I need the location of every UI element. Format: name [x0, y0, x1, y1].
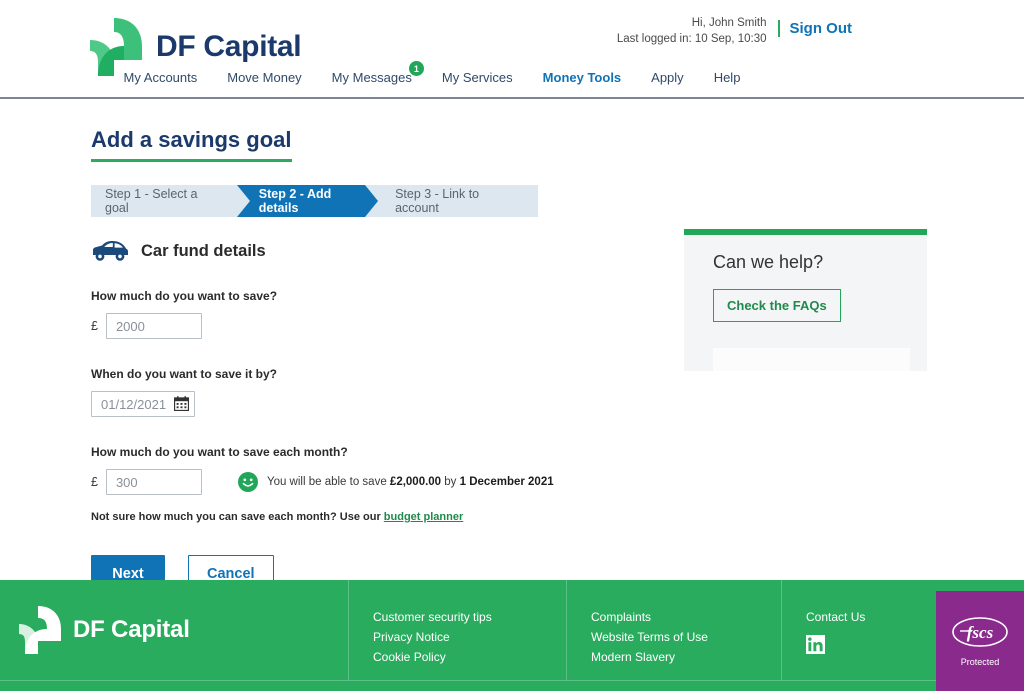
step-indicator: Step 1 - Select a goal Step 2 - Add detai… [91, 185, 538, 217]
nav-item-move-money[interactable]: Move Money [227, 70, 301, 85]
car-icon [93, 241, 128, 261]
svg-text:fscs: fscs [967, 623, 994, 642]
fund-title: Car fund details [141, 241, 266, 260]
footer-leaf-logo-icon [19, 606, 61, 654]
footer-links-column-1: Customer security tips Privacy Notice Cook… [348, 580, 566, 680]
help-panel-inner-box [713, 348, 910, 371]
savings-feedback: You will be able to save £2,000.00 by 1 … [237, 472, 554, 492]
monthly-currency-symbol: £ [91, 475, 98, 489]
footer-contact-column: Contact Us [781, 580, 931, 680]
help-title: Can we help? [713, 252, 824, 272]
nav-item-my-accounts[interactable]: My Accounts [124, 70, 198, 85]
site-header: DF Capital Hi, John Smith Last logged in… [0, 0, 1024, 99]
footer-brand-name: DF Capital [73, 616, 190, 643]
footer-link[interactable]: Cookie Policy [373, 647, 566, 667]
nav-item-money-tools[interactable]: Money Tools [543, 70, 621, 85]
nav-item-label: My Services [441, 70, 513, 85]
monthly-row: £ You will be able to save £2,000.00 by … [91, 469, 651, 495]
monthly-input[interactable] [105, 469, 202, 495]
contact-us-link[interactable]: Contact Us [806, 607, 931, 627]
brand-logo[interactable]: DF Capital [88, 16, 302, 78]
leaf-logo-icon [90, 18, 142, 76]
fscs-protected-label: Protected [960, 657, 1000, 667]
date-input-wrap [91, 391, 195, 417]
user-text-lines: Hi, John Smith Last logged in: 10 Sep, 1… [617, 16, 778, 47]
feedback-amount: £2,000.00 [389, 476, 442, 488]
fscs-logo-icon: fscs [952, 617, 1008, 647]
budget-hint-text: Not sure how much you can save each mont… [91, 511, 384, 523]
nav-item-label: Help [713, 70, 741, 85]
sign-out-link[interactable]: Sign Out [777, 20, 852, 37]
step-3-upcoming[interactable]: Step 3 - Link to account [365, 185, 538, 217]
footer-link[interactable]: Customer security tips [373, 607, 566, 627]
step-label: Step 1 - Select a goal [105, 187, 198, 215]
amount-row: £ [91, 313, 651, 339]
last-login: Last logged in: 10 Sep, 10:30 [616, 32, 767, 45]
step-label: Step 3 - Link to account [395, 187, 480, 215]
feedback-prefix: You will be able to save [266, 476, 390, 488]
budget-hint: Not sure how much you can save each mont… [91, 511, 651, 523]
footer-divider [0, 680, 1024, 681]
feedback-date: 1 December 2021 [459, 476, 554, 488]
savings-goal-form: Add a savings goal Step 1 - Select a goa… [91, 127, 651, 592]
user-info: Hi, John Smith Last logged in: 10 Sep, 1… [617, 16, 852, 47]
nav-item-help[interactable]: Help [714, 70, 741, 85]
check-faqs-button[interactable]: Check the FAQs [713, 289, 841, 322]
footer-brand[interactable]: DF Capital [0, 580, 348, 680]
footer-link[interactable]: Complaints [591, 607, 781, 627]
site-footer: DF Capital Customer security tips Privacy… [0, 580, 1024, 691]
page-title: Add a savings goal [91, 127, 292, 162]
fscs-badge: fscs Protected [936, 591, 1024, 691]
help-panel: Can we help? Check the FAQs [684, 229, 927, 371]
nav-item-my-messages[interactable]: My Messages 1 [331, 61, 424, 85]
linkedin-icon[interactable] [806, 635, 825, 654]
footer-link[interactable]: Modern Slavery [591, 647, 781, 667]
amount-currency-symbol: £ [91, 319, 98, 333]
budget-planner-link[interactable]: budget planner [384, 511, 463, 523]
nav-item-label: My Messages [331, 70, 412, 85]
nav-item-apply[interactable]: Apply [651, 70, 684, 85]
nav-item-label: Apply [651, 70, 684, 85]
nav-item-label: My Accounts [123, 70, 198, 85]
nav-item-label: Money Tools [542, 70, 622, 85]
amount-label: How much do you want to save? [91, 289, 278, 303]
user-greeting: Hi, John Smith [691, 17, 767, 29]
main-navigation: My Accounts Move Money My Messages 1 My Serv… [0, 61, 1024, 85]
nav-item-my-services[interactable]: My Services [442, 70, 513, 85]
footer-columns: DF Capital Customer security tips Privacy… [0, 580, 1024, 680]
feedback-middle: by [441, 476, 460, 488]
date-row [91, 391, 651, 417]
fund-heading: Car fund details [91, 239, 651, 263]
monthly-label: How much do you want to save each month? [91, 445, 348, 459]
main-content: Add a savings goal Step 1 - Select a goa… [0, 99, 1024, 592]
message-count-badge: 1 [408, 61, 424, 76]
step-2-active[interactable]: Step 2 - Add details [236, 185, 379, 217]
step-label: Step 2 - Add details [258, 187, 332, 215]
savings-feedback-text: You will be able to save £2,000.00 by 1 … [267, 476, 554, 488]
date-label: When do you want to save it by? [91, 367, 278, 381]
date-input[interactable] [91, 391, 195, 417]
smiley-face-icon [237, 472, 258, 492]
nav-item-label: Move Money [227, 70, 302, 85]
amount-field-group: How much do you want to save? £ [91, 289, 651, 339]
brand-name: DF Capital [156, 30, 302, 63]
footer-links-column-2: Complaints Website Terms of Use Modern Sla… [566, 580, 781, 680]
monthly-field-group: How much do you want to save each month?… [91, 445, 651, 495]
step-1-complete[interactable]: Step 1 - Select a goal [91, 185, 237, 217]
footer-link[interactable]: Privacy Notice [373, 627, 566, 647]
amount-input[interactable] [105, 313, 202, 339]
footer-link[interactable]: Website Terms of Use [591, 627, 781, 647]
date-field-group: When do you want to save it by? [91, 367, 651, 417]
